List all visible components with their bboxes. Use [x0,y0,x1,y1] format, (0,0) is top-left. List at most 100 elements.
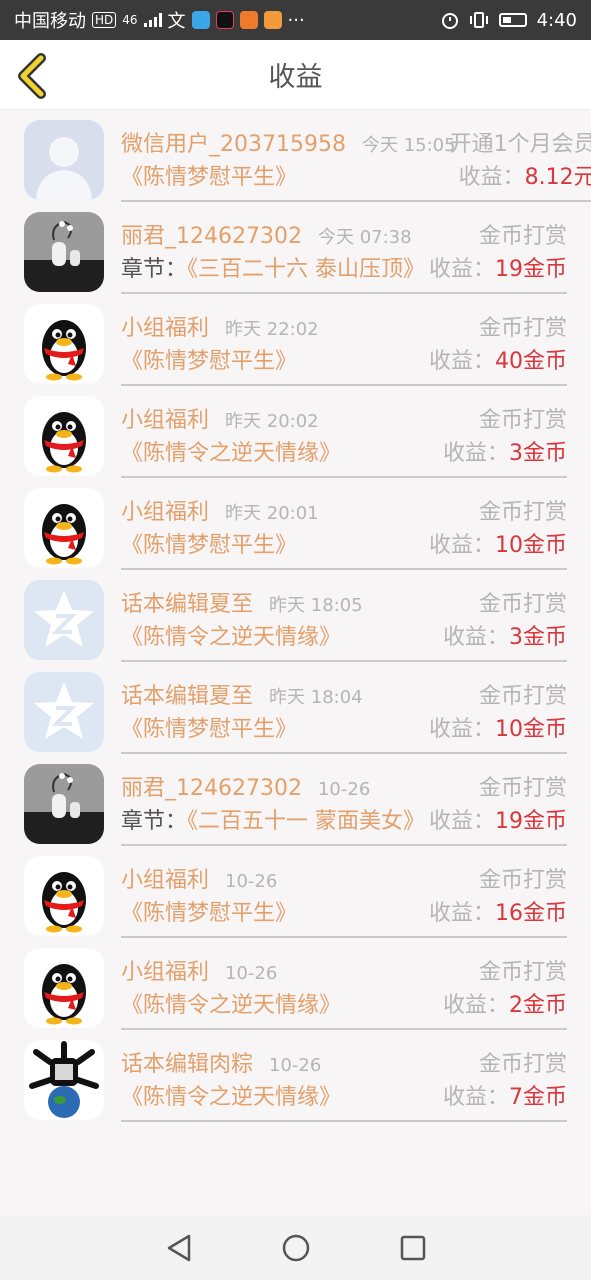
photo-avatar[interactable] [24,212,104,292]
qq-penguin-avatar[interactable] [24,396,104,476]
income-record[interactable]: 话本编辑夏至 昨天 18:05 金币打赏 《陈情令之逆天情缘》 收益：3金币 [0,570,591,662]
photo-avatar[interactable] [24,764,104,844]
book-title[interactable]: 《陈情令之逆天情缘》 [121,990,443,1022]
user-name[interactable]: 丽君_124627302 [121,218,302,250]
income-list[interactable]: 微信用户_203715958 今天 15:05 开通1个月会员 《陈情梦慰平生》 收益：… [0,110,591,1215]
income-label: 收益： [428,533,495,558]
book-title-text: 《陈情梦慰平生》 [121,165,298,190]
income-record[interactable]: 小组福利 10-26 金币打赏 《陈情令之逆天情缘》 收益：2金币 [0,938,591,1030]
record-type: 金币打赏 [478,224,567,249]
user-name[interactable]: 话本编辑肉粽 [121,1046,253,1078]
user-name[interactable]: 话本编辑夏至 [121,586,253,618]
user-name[interactable]: 话本编辑夏至 [121,678,253,710]
income-record[interactable]: 话本编辑肉粽 10-26 金币打赏 《陈情令之逆天情缘》 收益：7金币 [0,1030,591,1122]
record-type: 金币打赏 [478,408,567,433]
record-detail-row: 章节：《三百二十六 泰山压顶》 收益：19金币 [121,254,567,286]
record-content: 丽君_124627302 10-26 金币打赏 章节：《二百五十一 蒙面美女》 收益：1… [121,762,567,846]
cat-app-icon [263,11,282,29]
user-name[interactable]: 小组福利 [121,494,209,526]
book-title[interactable]: 《陈情梦慰平生》 [121,898,429,930]
user-name[interactable]: 微信用户_203715958 [121,126,346,158]
record-time: 今天 15:05 [361,135,456,156]
income-value: 收益：8.12元 [459,162,591,194]
income-amount: 16金币 [495,901,567,926]
book-title[interactable]: 《陈情梦慰平生》 [121,714,429,746]
nav-home-icon[interactable] [279,1231,313,1265]
book-title[interactable]: 《陈情梦慰平生》 [121,530,429,562]
status-bar: 中国移动 HD 46 文 ··· 4:40 [0,0,591,40]
z-star-avatar[interactable] [24,580,104,660]
nav-recents-icon[interactable] [396,1231,430,1265]
page-title: 收益 [268,62,323,93]
book-title-text: 《陈情梦慰平生》 [121,349,298,374]
qq-penguin-avatar[interactable] [24,304,104,384]
user-name[interactable]: 丽君_124627302 [121,770,302,802]
income-record[interactable]: 小组福利 昨天 22:02 金币打赏 《陈情梦慰平生》 收益：40金币 [0,294,591,386]
network-label: 46 [122,13,138,27]
book-title[interactable]: 《陈情梦慰平生》 [121,346,429,378]
clock: 4:40 [536,9,577,31]
income-record[interactable]: 丽君_124627302 10-26 金币打赏 章节：《二百五十一 蒙面美女》 收益：1… [0,754,591,846]
record-type: 金币打赏 [478,500,567,525]
battery-icon [498,13,527,27]
record-time: 昨天 18:04 [269,687,363,708]
income-label: 收益： [442,625,509,650]
record-content: 小组福利 昨天 20:02 金币打赏《陈情令之逆天情缘》 收益：3金币 [121,394,567,478]
record-content: 话本编辑夏至 昨天 18:04 金币打赏 《陈情梦慰平生》 收益：10金币 [121,670,567,754]
income-record[interactable]: 话本编辑夏至 昨天 18:04 金币打赏 《陈情梦慰平生》 收益：10金币 [0,662,591,754]
system-nav-bar [0,1215,591,1280]
income-label: 收益： [442,441,509,466]
record-detail-row: 《陈情梦慰平生》 收益：8.12元 [121,162,591,194]
income-label: 收益： [428,349,495,374]
record-content: 小组福利 昨天 22:02 金币打赏 《陈情梦慰平生》 收益：40金币 [121,302,567,386]
user-name[interactable]: 小组福利 [121,954,209,986]
income-label: 收益： [458,165,525,190]
qq-penguin-avatar[interactable] [24,488,104,568]
default-avatar[interactable] [24,120,104,200]
hd-badge: HD [92,12,117,28]
book-title[interactable]: 《陈情令之逆天情缘》 [121,622,443,654]
income-label: 收益： [442,993,509,1018]
record-time: 昨天 20:02 [225,411,319,432]
nav-back-icon[interactable] [162,1231,196,1265]
income-label: 收益： [428,809,495,834]
income-amount: 8.12元 [524,165,591,190]
back-chevron-icon[interactable] [14,52,54,100]
record-time: 昨天 18:05 [269,595,363,616]
user-name[interactable]: 小组福利 [121,402,209,434]
z-star-avatar[interactable] [24,672,104,752]
record-header-row: 小组福利 昨天 20:01 金币打赏 [121,486,567,530]
record-header-row: 小组福利 昨天 20:02 金币打赏 [121,394,567,438]
qq-penguin-avatar[interactable] [24,948,104,1028]
record-header-row: 小组福利 10-26 金币打赏 [121,946,567,990]
record-header-row: 小组福利 10-26 金币打赏 [121,854,567,898]
book-title-text: 《陈情梦慰平生》 [121,717,298,742]
income-value: 收益：3金币 [443,438,567,470]
book-title[interactable]: 章节：《二百五十一 蒙面美女》 [121,806,429,838]
book-title-text: 《二百五十一 蒙面美女》 [187,809,426,834]
carrier-label: 中国移动 [14,11,86,32]
record-header-row: 丽君_124627302 今天 07:38 金币打赏 [121,210,567,254]
book-title[interactable]: 章节：《三百二十六 泰山压顶》 [121,254,429,286]
income-record[interactable]: 小组福利 昨天 20:01 金币打赏 《陈情梦慰平生》 收益：10金币 [0,478,591,570]
book-title[interactable]: 《陈情梦慰平生》 [121,162,459,194]
record-content: 话本编辑夏至 昨天 18:05 金币打赏 《陈情令之逆天情缘》 收益：3金币 [121,578,567,662]
income-amount: 19金币 [495,809,567,834]
record-type: 开通1个月会员 [449,132,591,157]
qq-penguin-avatar[interactable] [24,856,104,936]
income-record[interactable]: 小组福利 10-26 金币打赏 《陈情梦慰平生》 收益：16金币 [0,846,591,938]
income-record[interactable]: 微信用户_203715958 今天 15:05 开通1个月会员《陈情梦慰平生》 收益：… [0,110,591,202]
user-name[interactable]: 小组福利 [121,310,209,342]
book-title-text: 《陈情令之逆天情缘》 [121,625,342,650]
record-content: 丽君_124627302 今天 07:38 金币打赏 章节：《三百二十六 泰山压顶》收… [121,210,567,294]
income-record[interactable]: 丽君_124627302 今天 07:38 金币打赏 章节：《三百二十六 泰山压顶》收… [0,202,591,294]
book-title[interactable]: 《陈情令之逆天情缘》 [121,438,443,470]
record-detail-row: 《陈情令之逆天情缘》 收益：7金币 [121,1082,567,1114]
income-label: 收益： [428,257,495,282]
user-name[interactable]: 小组福利 [121,862,209,894]
book-title[interactable]: 《陈情令之逆天情缘》 [121,1082,443,1114]
record-time: 10-26 [225,963,278,984]
record-type: 金币打赏 [478,684,567,709]
income-record[interactable]: 小组福利 昨天 20:02 金币打赏《陈情令之逆天情缘》 收益：3金币 [0,386,591,478]
meme-avatar[interactable] [24,1040,104,1120]
